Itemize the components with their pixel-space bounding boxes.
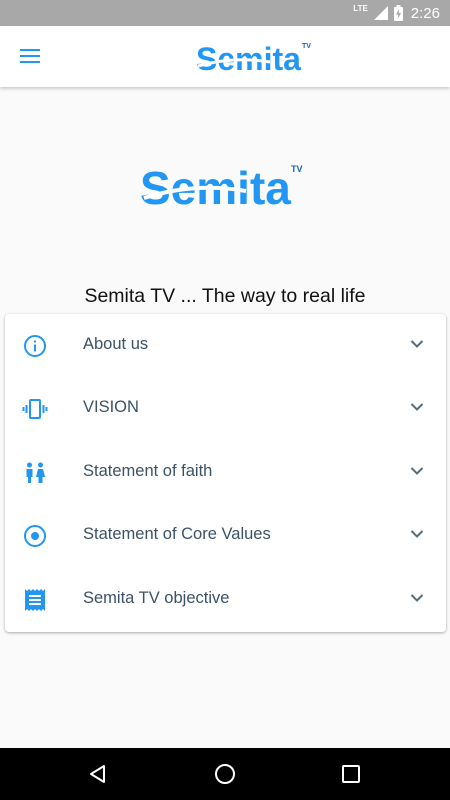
- header-logo: Semita TV: [196, 41, 311, 77]
- hamburger-menu-icon: [20, 49, 40, 63]
- chevron-down-icon: [410, 403, 424, 411]
- status-icons: LTE 2:26: [353, 3, 440, 23]
- info-icon: [24, 335, 46, 357]
- radio-target-icon: [24, 525, 46, 547]
- status-bar: LTE 2:26: [0, 0, 450, 26]
- network-type-label: LTE: [353, 3, 368, 13]
- app-bar: Semita TV: [0, 26, 450, 87]
- accordion-item-core-values[interactable]: Statement of Core Values: [5, 504, 446, 567]
- home-button[interactable]: [213, 762, 237, 786]
- chevron-down-icon: [410, 340, 424, 348]
- chevron-down-icon: [410, 594, 424, 602]
- accordion-item-statement-of-faith[interactable]: Statement of faith: [5, 441, 446, 504]
- home-circle-icon: [215, 764, 235, 784]
- recents-square-icon: [342, 765, 360, 783]
- header-logo-badge: TV: [302, 43, 311, 50]
- main-logo-badge: TV: [291, 164, 303, 174]
- accordion-item-vision[interactable]: VISION: [5, 377, 446, 440]
- accordion-item-about-us[interactable]: About us: [5, 314, 446, 377]
- accordion-card: About us VISION Statement of faith State…: [5, 314, 446, 632]
- clock: 2:26: [410, 4, 440, 22]
- accordion-item-objective[interactable]: Semita TV objective: [5, 568, 446, 631]
- tagline: Semita TV ... The way to real life: [84, 285, 366, 307]
- accordion-item-label: About us: [83, 335, 149, 353]
- people-icon: [26, 462, 45, 483]
- accordion-item-label: Statement of faith: [83, 462, 213, 480]
- document-icon: [25, 589, 45, 611]
- navigation-bar: [0, 748, 450, 800]
- back-button[interactable]: [86, 762, 110, 786]
- accordion-item-label: VISION: [83, 398, 139, 416]
- accordion-item-label: Semita TV objective: [83, 589, 230, 607]
- menu-button[interactable]: [18, 45, 42, 67]
- vibration-icon: [22, 399, 48, 419]
- accordion-item-label: Statement of Core Values: [83, 525, 271, 543]
- chevron-down-icon: [410, 530, 424, 538]
- chevron-down-icon: [410, 467, 424, 475]
- recents-button[interactable]: [339, 762, 363, 786]
- back-triangle-icon: [90, 765, 105, 783]
- main-logo: Semita TV: [140, 162, 303, 212]
- battery-charging-icon: [393, 5, 403, 21]
- signal-icon: [373, 6, 388, 20]
